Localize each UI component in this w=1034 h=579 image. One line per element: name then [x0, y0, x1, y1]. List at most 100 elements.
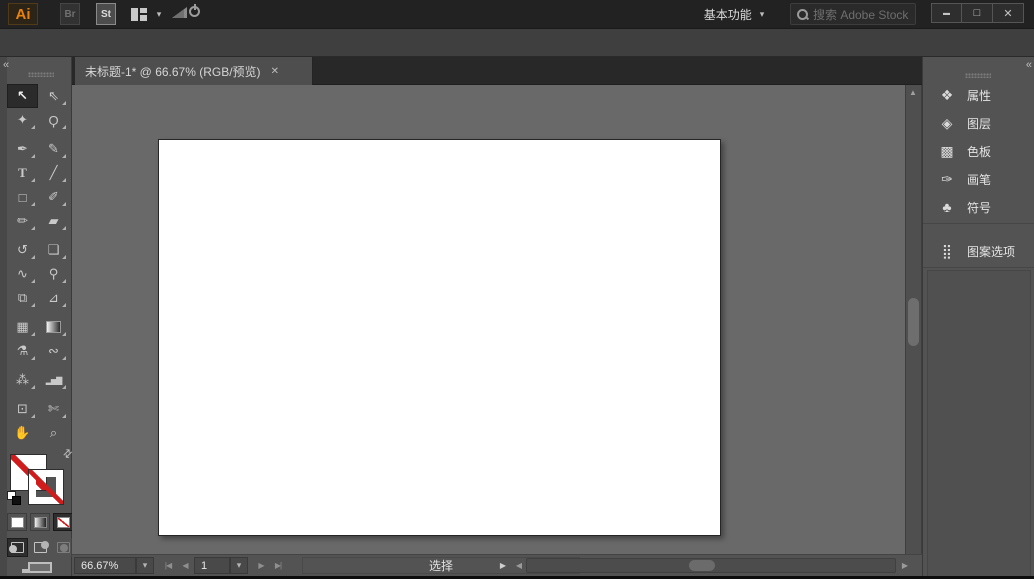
tool-flyout-icon [62, 125, 66, 129]
tool-shape-builder[interactable]: ⧉ [7, 286, 38, 310]
tool-type[interactable]: T [7, 161, 38, 185]
stock-icon[interactable]: St [96, 3, 116, 25]
tool-curvature[interactable]: ✎ [38, 137, 69, 161]
panel-button-brushes[interactable]: ✑ 画笔 [923, 165, 1034, 193]
illustrator-logo-icon: Ai [8, 3, 38, 25]
panel-icon: ❖ [937, 87, 957, 104]
tool-flyout-icon [62, 226, 66, 230]
artboard[interactable] [158, 139, 721, 536]
arrange-documents-icon[interactable] [128, 3, 150, 25]
tool-line-segment[interactable]: ╱ [38, 161, 69, 185]
panel-button-symbols[interactable]: ♣ 符号 [923, 193, 1034, 221]
last-artboard-button[interactable]: ▶| [270, 557, 286, 574]
tool-width[interactable]: ∿ [7, 262, 38, 286]
color-button[interactable] [7, 513, 27, 531]
bridge-icon[interactable]: Br [60, 3, 80, 25]
empty-panel-area [927, 270, 1031, 579]
tool-gradient[interactable] [38, 315, 69, 339]
tool-flyout-icon [31, 178, 35, 182]
panel-button-properties[interactable]: ❖ 属性 [923, 81, 1034, 109]
tool-rotate[interactable]: ↺ [7, 238, 38, 262]
fill-stroke-controls: ⇄ [7, 447, 72, 509]
expand-panels-icon[interactable]: « [1026, 59, 1030, 71]
stroke-color-swatch[interactable] [28, 469, 64, 505]
tool-zoom[interactable]: ⌕ [38, 421, 69, 445]
document-tab-bar: 未标题-1* @ 66.67% (RGB/预览) ✕ [72, 57, 922, 85]
tools-drag-grip[interactable] [28, 72, 54, 77]
panel-divider [923, 267, 1034, 268]
tool-perspective-grid[interactable]: ⊿ [38, 286, 69, 310]
tool-selection[interactable]: ↖ [7, 84, 38, 108]
tool-column-graph[interactable]: ▂▅▇ [38, 368, 69, 392]
previous-artboard-button[interactable]: ◀ [178, 557, 192, 574]
arrange-documents-chevron-icon[interactable]: ▾ [152, 3, 166, 25]
horizontal-scrollbar[interactable] [526, 558, 896, 573]
zoom-level-field[interactable]: 66.67% [74, 557, 136, 574]
tool-flyout-icon [31, 332, 35, 336]
tool-blend[interactable]: ∾ [38, 339, 69, 363]
gradient-button[interactable] [30, 513, 50, 531]
draw-behind-button[interactable] [30, 538, 51, 557]
tool-grid: ↖ ⇖ ✦ Ϙ ✒ ✎ T [0, 84, 72, 445]
vertical-scrollbar[interactable]: ▲ [905, 85, 922, 554]
tool-paintbrush[interactable]: ✐ [38, 185, 69, 209]
close-button[interactable]: ✕ [993, 3, 1024, 23]
draw-normal-button[interactable] [7, 538, 28, 557]
tool-direct-selection[interactable]: ⇖ [38, 84, 69, 108]
tool-symbol-sprayer[interactable]: ⁂ [7, 368, 38, 392]
tool-eraser[interactable]: ▰ [38, 209, 69, 233]
status-flyout-icon[interactable]: ▶ [496, 557, 510, 574]
tool-magic-wand[interactable]: ✦ [7, 108, 38, 132]
tool-flyout-icon [31, 279, 35, 283]
panel-icon: ♣ [937, 199, 957, 215]
scroll-up-icon[interactable]: ▲ [909, 88, 917, 97]
tool-eyedropper[interactable]: ⚗ [7, 339, 38, 363]
workspace-switcher[interactable]: 基本功能 ▾ [692, 3, 776, 25]
artboard-number-field[interactable]: 1 [194, 557, 230, 574]
tool-scale[interactable]: ❏ [38, 238, 69, 262]
panel-dock-header: « [923, 57, 1034, 84]
canvas-area[interactable] [72, 85, 905, 554]
search-input[interactable]: 搜索 Adobe Stock [790, 3, 916, 25]
tab-close-icon[interactable]: ✕ [271, 66, 279, 77]
tool-flyout-icon [62, 279, 66, 283]
tool-flyout-icon [62, 332, 66, 336]
document-tab[interactable]: 未标题-1* @ 66.67% (RGB/预览) ✕ [75, 57, 313, 85]
panel-dock: « ❖ 属性 ◈ 图层 ▩ 色板 ✑ 画笔 ♣ 符号 [922, 57, 1034, 576]
tool-artboard[interactable]: ⊡ [7, 397, 38, 421]
next-artboard-button[interactable]: ▶ [254, 557, 268, 574]
tool-rectangle[interactable]: □ [7, 185, 38, 209]
vertical-scrollbar-thumb[interactable] [908, 298, 919, 346]
scroll-right-icon[interactable]: ▶ [898, 557, 912, 574]
gpu-performance-icon[interactable] [172, 3, 202, 25]
tool-pen[interactable]: ✒ [7, 137, 38, 161]
tool-lasso[interactable]: Ϙ [38, 108, 69, 132]
scroll-left-icon[interactable]: ◀ [512, 557, 526, 574]
draw-inside-button[interactable] [53, 538, 74, 557]
panel-button-layers[interactable]: ◈ 图层 [923, 109, 1034, 137]
tool-puppet-warp[interactable]: ⚲ [38, 262, 69, 286]
zoom-dropdown-icon[interactable]: ▾ [136, 557, 154, 574]
panel-button-list: ❖ 属性 ◈ 图层 ▩ 色板 ✑ 画笔 ♣ 符号 [923, 81, 1034, 221]
tool-flyout-icon [62, 385, 66, 389]
default-fill-stroke-icon[interactable] [7, 491, 21, 505]
tool-pencil[interactable]: ✏ [7, 209, 38, 233]
none-button[interactable] [53, 513, 73, 531]
tool-hand[interactable]: ✋ [7, 421, 38, 445]
tool-mesh[interactable]: ▦ [7, 315, 38, 339]
document-tab-title: 未标题-1* @ 66.67% (RGB/预览) [85, 63, 261, 80]
panel-label: 画笔 [967, 171, 991, 188]
artboard-dropdown-icon[interactable]: ▾ [230, 557, 248, 574]
change-screen-mode-button[interactable] [20, 562, 54, 574]
first-artboard-button[interactable]: |◀ [160, 557, 176, 574]
tool-flyout-icon [62, 101, 66, 105]
tool-slice[interactable]: ✄ [38, 397, 69, 421]
minimize-button[interactable]: ▬ [931, 3, 962, 23]
panel-drag-grip[interactable] [965, 73, 991, 78]
collapse-tools-icon[interactable]: « [3, 59, 7, 71]
panel-label: 符号 [967, 199, 991, 216]
maximize-button[interactable]: □ [962, 3, 993, 23]
panel-button-pattern-options[interactable]: ⣿ 图案选项 [923, 237, 1034, 265]
panel-button-swatches[interactable]: ▩ 色板 [923, 137, 1034, 165]
horizontal-scrollbar-thumb[interactable] [689, 560, 715, 571]
